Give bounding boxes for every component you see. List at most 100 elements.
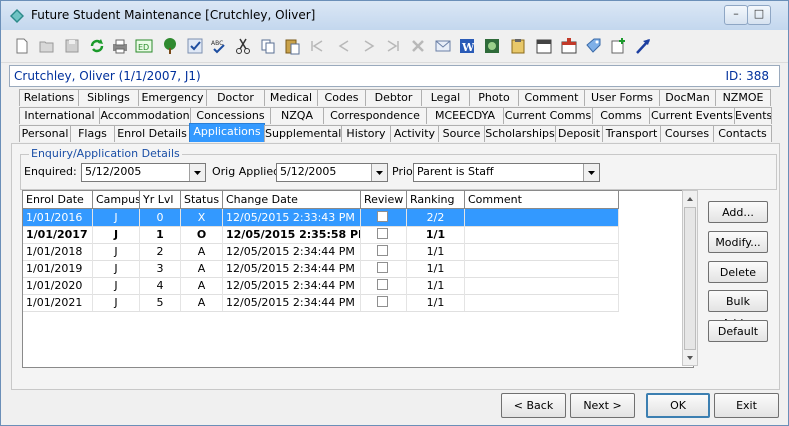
next-record-icon[interactable] (360, 37, 378, 55)
tab-applications[interactable]: Applications (189, 123, 265, 142)
priority-select[interactable]: Parent is Staff (413, 163, 600, 182)
tab-scholarships[interactable]: Scholarships (484, 125, 556, 142)
tab-courses[interactable]: Courses (660, 125, 714, 142)
tab-debtor[interactable]: Debtor (365, 89, 422, 106)
column-header-comment[interactable]: Comment (465, 191, 619, 208)
tab-comms[interactable]: Comms (592, 107, 650, 124)
tab-user-forms[interactable]: User Forms (584, 89, 660, 106)
tab-personal[interactable]: Personal (19, 125, 71, 142)
copy-icon[interactable] (259, 37, 277, 55)
review-checkbox[interactable] (377, 245, 388, 256)
table-row[interactable]: 1/01/2016 J 0 X 12/05/2015 2:33:43 PM 2/2 (23, 209, 619, 227)
exit-button[interactable]: Exit (714, 393, 779, 418)
schedule-icon[interactable] (560, 37, 578, 55)
family-tree-icon[interactable] (161, 37, 179, 55)
tab-history[interactable]: History (341, 125, 391, 142)
add-button[interactable]: Add... (708, 201, 768, 223)
scroll-up-icon[interactable] (683, 191, 697, 207)
review-checkbox[interactable] (377, 211, 388, 222)
save-icon[interactable] (63, 37, 81, 55)
tab-current-comms[interactable]: Current Comms (503, 107, 593, 124)
scroll-thumb[interactable] (684, 207, 696, 350)
ok-button[interactable]: OK (646, 393, 710, 418)
bulk-add-button[interactable]: Bulk Add... (708, 290, 768, 330)
table-row[interactable]: 1/01/2021 J 5 A 12/05/2015 2:34:44 PM 1/1 (23, 294, 619, 312)
chevron-down-icon[interactable] (583, 164, 599, 181)
review-checkbox[interactable] (377, 262, 388, 273)
word-icon[interactable]: W (458, 37, 476, 55)
tab-deposit[interactable]: Deposit (555, 125, 603, 142)
scroll-down-icon[interactable] (683, 350, 697, 366)
column-header-status[interactable]: Status (181, 191, 223, 208)
tab-activity[interactable]: Activity (390, 125, 439, 142)
tab-supplemental[interactable]: Supplemental (264, 125, 342, 142)
tab-source[interactable]: Source (438, 125, 485, 142)
previous-record-icon[interactable] (335, 37, 353, 55)
calendar-icon[interactable] (535, 37, 553, 55)
tab-transport[interactable]: Transport (602, 125, 661, 142)
column-header-change-date[interactable]: Change Date (223, 191, 361, 208)
orig-applied-date-picker[interactable]: 5/12/2005 (276, 163, 388, 182)
chevron-down-icon[interactable] (371, 164, 387, 181)
tab-events[interactable]: Events (734, 107, 772, 124)
open-folder-icon[interactable] (38, 37, 56, 55)
tab-flags[interactable]: Flags (70, 125, 115, 142)
clipboard-icon[interactable] (509, 37, 527, 55)
first-record-icon[interactable] (308, 37, 326, 55)
table-row[interactable]: 1/01/2018 J 2 A 12/05/2015 2:34:44 PM 1/1 (23, 243, 619, 261)
column-header-review[interactable]: Review (361, 191, 407, 208)
tab-correspondence[interactable]: Correspondence (323, 107, 427, 124)
cut-icon[interactable] (234, 37, 252, 55)
tab-codes[interactable]: Codes (317, 89, 366, 106)
column-header-yr-lvl[interactable]: Yr Lvl (140, 191, 181, 208)
chevron-down-icon[interactable] (189, 164, 205, 181)
modify-button[interactable]: Modify... (708, 231, 768, 253)
table-row[interactable]: 1/01/2020 J 4 A 12/05/2015 2:34:44 PM 1/1 (23, 277, 619, 295)
tab-mceecdya[interactable]: MCEECDYA (426, 107, 504, 124)
tab-international[interactable]: International (19, 107, 100, 124)
table-row[interactable]: 1/01/2017 J 1 O 12/05/2015 2:35:58 PM 1/1 (23, 226, 619, 244)
grid-vertical-scrollbar[interactable] (682, 190, 698, 366)
tab-doctor[interactable]: Doctor (206, 89, 265, 106)
next-button[interactable]: Next > (570, 393, 635, 418)
column-header-campus[interactable]: Campus (93, 191, 140, 208)
minimize-button[interactable]: – (724, 5, 748, 25)
tab-medical[interactable]: Medical (264, 89, 318, 106)
review-checkbox[interactable] (377, 228, 388, 239)
tab-accommodation[interactable]: Accommodation (99, 107, 191, 124)
tag-icon[interactable] (585, 37, 603, 55)
add-note-icon[interactable] (609, 37, 627, 55)
tab-concessions[interactable]: Concessions (190, 107, 271, 124)
tab-enrol-details[interactable]: Enrol Details (114, 125, 190, 142)
tab-emergency[interactable]: Emergency (138, 89, 207, 106)
tab-comment[interactable]: Comment (518, 89, 585, 106)
tab-legal[interactable]: Legal (421, 89, 470, 106)
last-record-icon[interactable] (384, 37, 402, 55)
table-row[interactable]: 1/01/2019 J 3 A 12/05/2015 2:34:44 PM 1/1 (23, 260, 619, 278)
tab-nzmoe[interactable]: NZMOE (715, 89, 771, 106)
spellcheck-icon[interactable]: ABC (210, 37, 228, 55)
review-checkbox[interactable] (377, 296, 388, 307)
column-header-enrol-date[interactable]: Enrol Date (23, 191, 93, 208)
delete-icon[interactable] (409, 37, 427, 55)
tab-contacts[interactable]: Contacts (713, 125, 772, 142)
default-button[interactable]: Default (708, 320, 768, 342)
email-icon[interactable] (434, 37, 452, 55)
applications-grid[interactable]: Enrol Date Campus Yr Lvl Status Change D… (22, 190, 694, 368)
arrow-icon[interactable] (634, 37, 652, 55)
print-icon[interactable] (111, 37, 129, 55)
tab-nzqa[interactable]: NZQA (270, 107, 324, 124)
back-button[interactable]: < Back (501, 393, 566, 418)
column-header-ranking[interactable]: Ranking (407, 191, 465, 208)
photo-icon[interactable] (483, 37, 501, 55)
tab-current-events[interactable]: Current Events (649, 107, 735, 124)
refresh-icon[interactable] (88, 37, 106, 55)
checkmark-icon[interactable] (186, 37, 204, 55)
id-card-icon[interactable]: ED (135, 37, 153, 55)
maximize-button[interactable]: □ (747, 5, 771, 25)
delete-button[interactable]: Delete (708, 261, 768, 283)
tab-photo[interactable]: Photo (469, 89, 519, 106)
review-checkbox[interactable] (377, 279, 388, 290)
paste-icon[interactable] (283, 37, 301, 55)
tab-relations[interactable]: Relations (19, 89, 79, 106)
